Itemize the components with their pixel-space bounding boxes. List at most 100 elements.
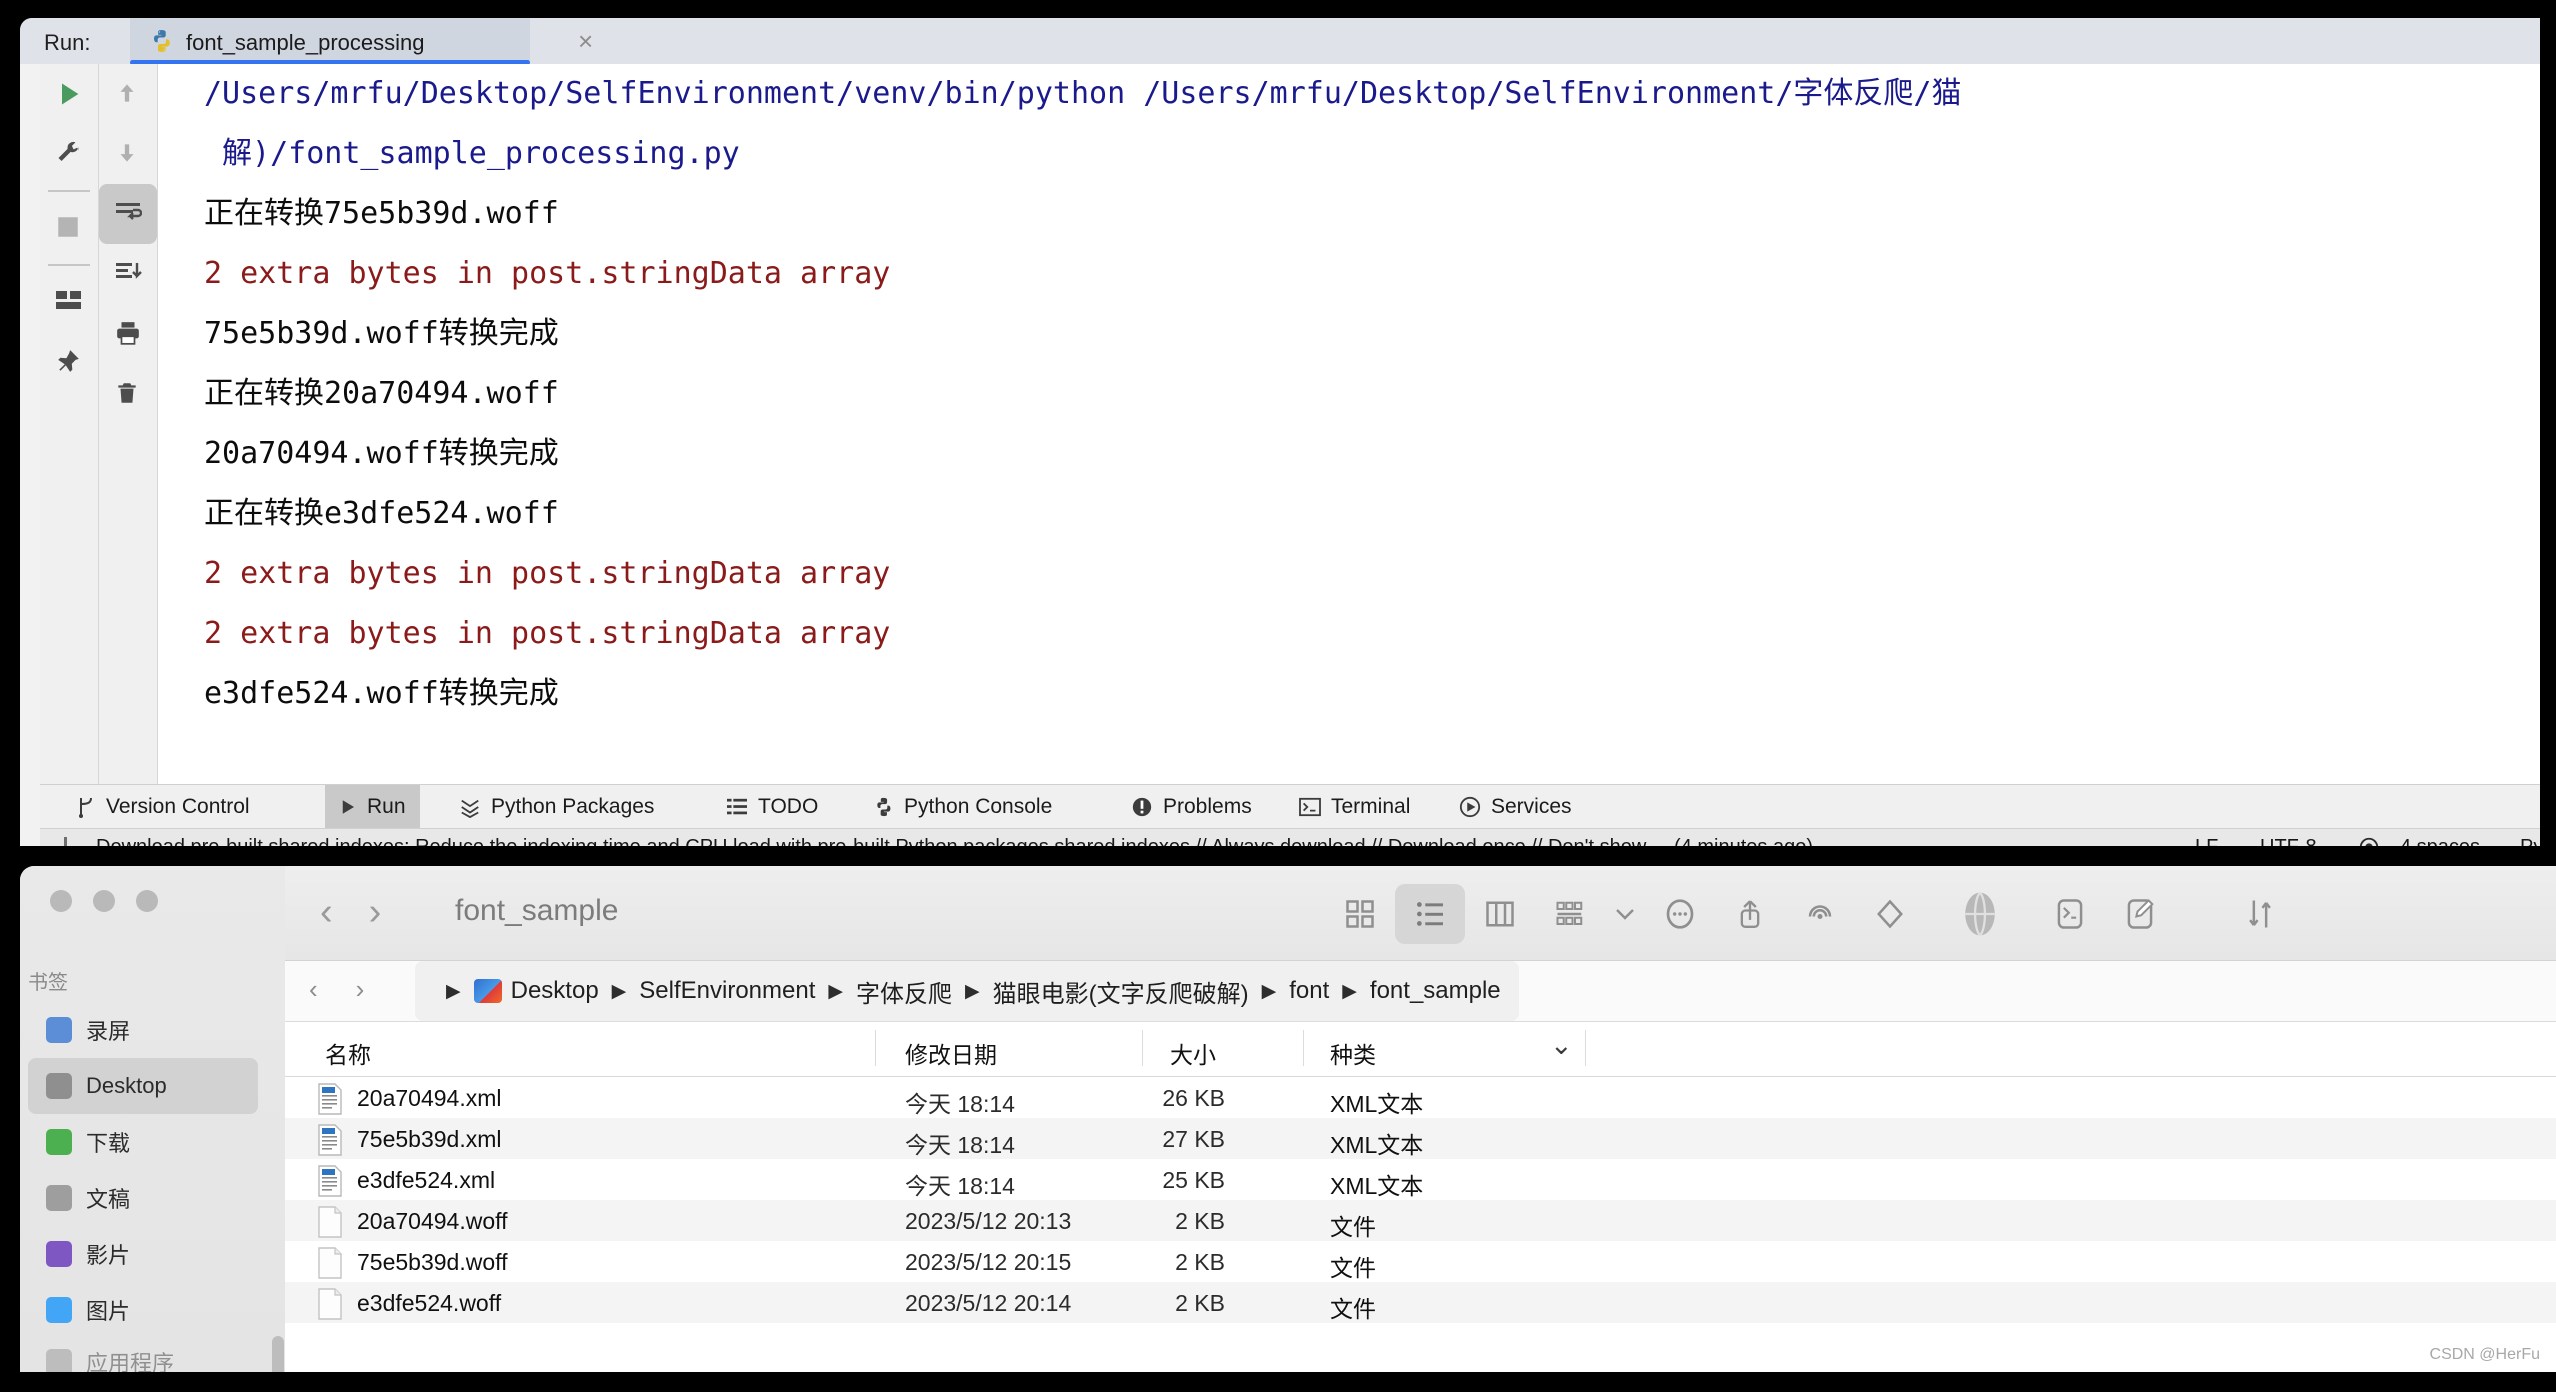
table-row[interactable]: 75e5b39d.woff 2023/5/12 20:15 2 KB 文件: [285, 1241, 2556, 1282]
column-view-button[interactable]: [1465, 884, 1535, 944]
sidebar-item-desktop[interactable]: Desktop: [28, 1058, 258, 1114]
column-divider[interactable]: [1585, 1030, 1586, 1066]
indent-indicator[interactable]: 4 spaces: [2400, 836, 2480, 846]
terminal-here-button[interactable]: [2035, 884, 2105, 944]
tool-tab-problems[interactable]: Problems: [1117, 785, 1266, 829]
tool-tab-terminal[interactable]: Terminal: [1285, 785, 1424, 829]
table-row[interactable]: 75e5b39d.xml 今天 18:14 27 KB XML文本: [285, 1118, 2556, 1159]
soft-wrap-button[interactable]: [99, 184, 157, 244]
breadcrumb-item-5[interactable]: font_sample: [1370, 977, 1501, 1005]
layout-button[interactable]: [40, 272, 98, 332]
column-header-size[interactable]: 大小: [1170, 1036, 1216, 1070]
column-divider[interactable]: [875, 1030, 876, 1066]
console-line: /Users/mrfu/Desktop/SelfEnvironment/venv…: [204, 76, 1962, 111]
file-kind: XML文本: [1330, 1173, 1424, 1199]
movies-icon: [46, 1241, 72, 1267]
python-icon: [150, 29, 174, 53]
down-stack-button[interactable]: [99, 124, 157, 184]
sort-button[interactable]: [2225, 884, 2295, 944]
gallery-view-button[interactable]: [1535, 884, 1605, 944]
close-button[interactable]: [50, 890, 72, 912]
clear-all-button[interactable]: [99, 364, 157, 424]
tool-tab-version-control[interactable]: Version Control: [62, 785, 264, 829]
sidebar-item-0[interactable]: 录屏: [28, 1002, 278, 1058]
console-line: 2 extra bytes in post.stringData array: [204, 616, 891, 651]
status-bar: Download pre-built shared indexes: Reduc…: [40, 828, 2540, 846]
sidebar-scrollbar[interactable]: [272, 1336, 284, 1372]
column-header-name[interactable]: 名称: [325, 1036, 371, 1070]
print-button[interactable]: [99, 304, 157, 364]
arrow-down-icon: [120, 144, 134, 162]
finder-toolbar: [1325, 884, 2295, 944]
up-stack-button[interactable]: [99, 64, 157, 124]
sidebar-item-6[interactable]: 应用程序: [28, 1334, 278, 1372]
interpreter-indicator[interactable]: Pyth: [2520, 836, 2540, 846]
tool-tab-label: Run: [367, 795, 406, 818]
file-date: 2023/5/12 20:14: [905, 1290, 1072, 1316]
edit-button[interactable]: [2105, 884, 2175, 944]
sidebar-item-3[interactable]: 文稿: [28, 1170, 278, 1226]
table-row[interactable]: e3dfe524.woff 2023/5/12 20:14 2 KB 文件: [285, 1282, 2556, 1323]
more-actions-button[interactable]: [1645, 884, 1715, 944]
applications-icon: [46, 1349, 72, 1372]
tool-window-tabbar: Version Control Run Python Packages TODO…: [40, 784, 2540, 829]
file-date: 今天 18:14: [905, 1173, 1015, 1199]
sidebar-item-5[interactable]: 图片: [28, 1282, 278, 1338]
encoding-indicator[interactable]: UTF-8: [2260, 836, 2317, 846]
breadcrumb-item-1[interactable]: SelfEnvironment: [639, 977, 815, 1005]
stop-button[interactable]: [40, 198, 98, 258]
packages-icon: [461, 799, 479, 818]
python-icon: [877, 797, 891, 817]
globe-button[interactable]: [1925, 884, 2035, 944]
sidebar-item-4[interactable]: 影片: [28, 1226, 278, 1282]
path-back-button[interactable]: ‹: [309, 973, 318, 1005]
tool-tab-python-packages[interactable]: Python Packages: [445, 785, 668, 829]
sort-chevron-icon[interactable]: ⌄: [1550, 1030, 1573, 1061]
forward-button[interactable]: ›: [369, 892, 382, 932]
line-separator-indicator[interactable]: LF: [2195, 836, 2218, 846]
column-divider[interactable]: [1142, 1030, 1143, 1066]
maximize-button[interactable]: [136, 890, 158, 912]
pictures-icon: [46, 1297, 72, 1323]
xml-file-icon: [317, 1083, 343, 1115]
minimize-button[interactable]: [93, 890, 115, 912]
scroll-to-end-button[interactable]: [99, 244, 157, 304]
finder-main: ‹ › font_sample ‹ › ▶ Desktop ▶ SelfEnvi…: [285, 866, 2556, 1372]
sidebar-item-2[interactable]: 下载: [28, 1114, 278, 1170]
icon-view-button[interactable]: [1325, 884, 1395, 944]
breadcrumb-item-4[interactable]: font: [1289, 977, 1329, 1005]
table-row[interactable]: 20a70494.xml 今天 18:14 26 KB XML文本: [285, 1077, 2556, 1118]
notification-message[interactable]: Download pre-built shared indexes: Reduc…: [96, 836, 1813, 846]
column-header-kind[interactable]: 种类: [1330, 1036, 1376, 1070]
tag-button[interactable]: [1855, 884, 1925, 944]
chevron-down-icon[interactable]: [1605, 884, 1645, 944]
breadcrumb-item-3[interactable]: 猫眼电影(文字反爬破解): [993, 974, 1249, 1009]
console-line: 解)/font_sample_processing.py: [204, 136, 740, 171]
list-view-button[interactable]: [1395, 884, 1465, 944]
rerun-button[interactable]: [40, 64, 98, 124]
column-header-date[interactable]: 修改日期: [905, 1036, 997, 1070]
run-console-output[interactable]: /Users/mrfu/Desktop/SelfEnvironment/venv…: [158, 64, 2540, 784]
tool-tab-python-console[interactable]: Python Console: [860, 785, 1066, 829]
pin-tab-button[interactable]: [40, 332, 98, 392]
tool-tab-label: Version Control: [106, 795, 250, 818]
close-icon[interactable]: ×: [578, 27, 593, 55]
edit-configurations-button[interactable]: [40, 124, 98, 184]
breadcrumb-arrow-icon: ▶: [828, 980, 844, 1002]
table-row[interactable]: 20a70494.woff 2023/5/12 20:13 2 KB 文件: [285, 1200, 2556, 1241]
share-button[interactable]: [1715, 884, 1785, 944]
window-controls[interactable]: [50, 890, 158, 912]
inspection-icon[interactable]: [2358, 836, 2380, 846]
tool-tab-run[interactable]: Run: [325, 785, 420, 829]
path-forward-button[interactable]: ›: [356, 973, 365, 1005]
tool-tab-services[interactable]: Services: [1445, 785, 1586, 829]
breadcrumb-item-0[interactable]: Desktop: [511, 977, 599, 1005]
airdrop-button[interactable]: [1785, 884, 1855, 944]
breadcrumb-item-2[interactable]: 字体反爬: [856, 974, 952, 1009]
tool-tab-todo[interactable]: TODO: [712, 785, 832, 829]
tool-tab-label: Services: [1491, 795, 1572, 818]
column-divider[interactable]: [1303, 1030, 1304, 1066]
table-row[interactable]: e3dfe524.xml 今天 18:14 25 KB XML文本: [285, 1159, 2556, 1200]
back-button[interactable]: ‹: [320, 892, 333, 932]
run-configuration-tab[interactable]: font_sample_processing ×: [130, 18, 593, 64]
